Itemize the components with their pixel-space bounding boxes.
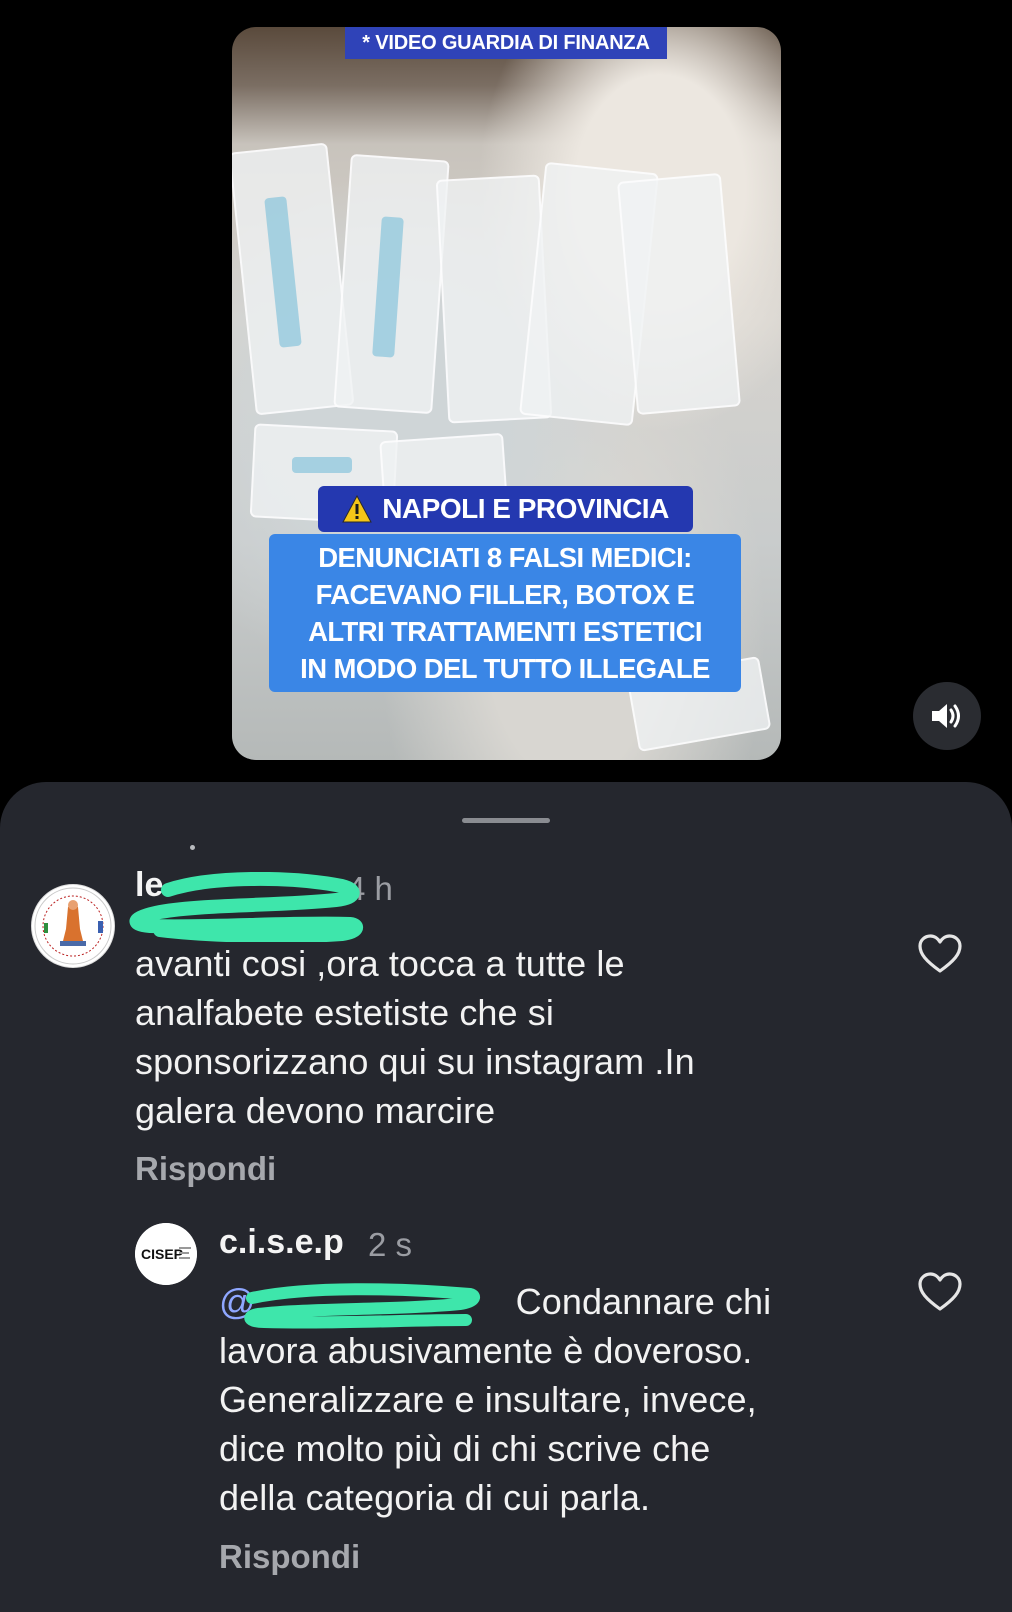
video-frame-detail	[292, 457, 352, 473]
reply-username[interactable]: c.i.s.e.p	[219, 1223, 344, 1262]
comment-username[interactable]: le	[135, 866, 163, 905]
video-headline: DENUNCIATI 8 FALSI MEDICI: FACEVANO FILL…	[269, 534, 741, 692]
sheet-drag-handle[interactable]	[462, 818, 550, 823]
warning-triangle-icon	[342, 495, 373, 523]
video-frame-detail	[617, 172, 741, 416]
reply-first-line: @ Condannare chi	[219, 1277, 939, 1326]
comment-timestamp: 4 h	[347, 870, 393, 907]
location-banner-label: NAPOLI E PROVINCIA	[382, 493, 669, 524]
cisep-logo-icon: CISEP	[135, 1223, 197, 1285]
heart-icon[interactable]	[918, 934, 962, 974]
avatar[interactable]: CISEP	[135, 1223, 197, 1285]
video-source-caption: * VIDEO GUARDIA DI FINANZA	[345, 27, 667, 59]
reply-timestamp: 2 s	[368, 1226, 413, 1263]
reply-button[interactable]: Rispondi	[135, 1150, 276, 1188]
reply-text: lavora abusivamente è doveroso. Generali…	[219, 1330, 757, 1518]
association-logo-icon	[34, 887, 112, 965]
reply-button[interactable]: Rispondi	[219, 1538, 360, 1576]
sound-toggle-button[interactable]	[913, 682, 981, 750]
reply-text-start: Condannare chi	[515, 1281, 772, 1322]
heart-icon[interactable]	[918, 1272, 962, 1312]
location-banner: NAPOLI E PROVINCIA	[318, 486, 693, 532]
mention-link[interactable]: @	[219, 1281, 256, 1322]
speaker-icon	[932, 704, 960, 728]
separator-dot	[190, 845, 195, 850]
avatar-logo-text: CISEP	[141, 1246, 183, 1262]
comment-text: avanti cosi ,ora tocca a tutte le analfa…	[135, 943, 695, 1131]
video-headline-text: DENUNCIATI 8 FALSI MEDICI: FACEVANO FILL…	[300, 542, 710, 684]
avatar[interactable]	[31, 884, 115, 968]
